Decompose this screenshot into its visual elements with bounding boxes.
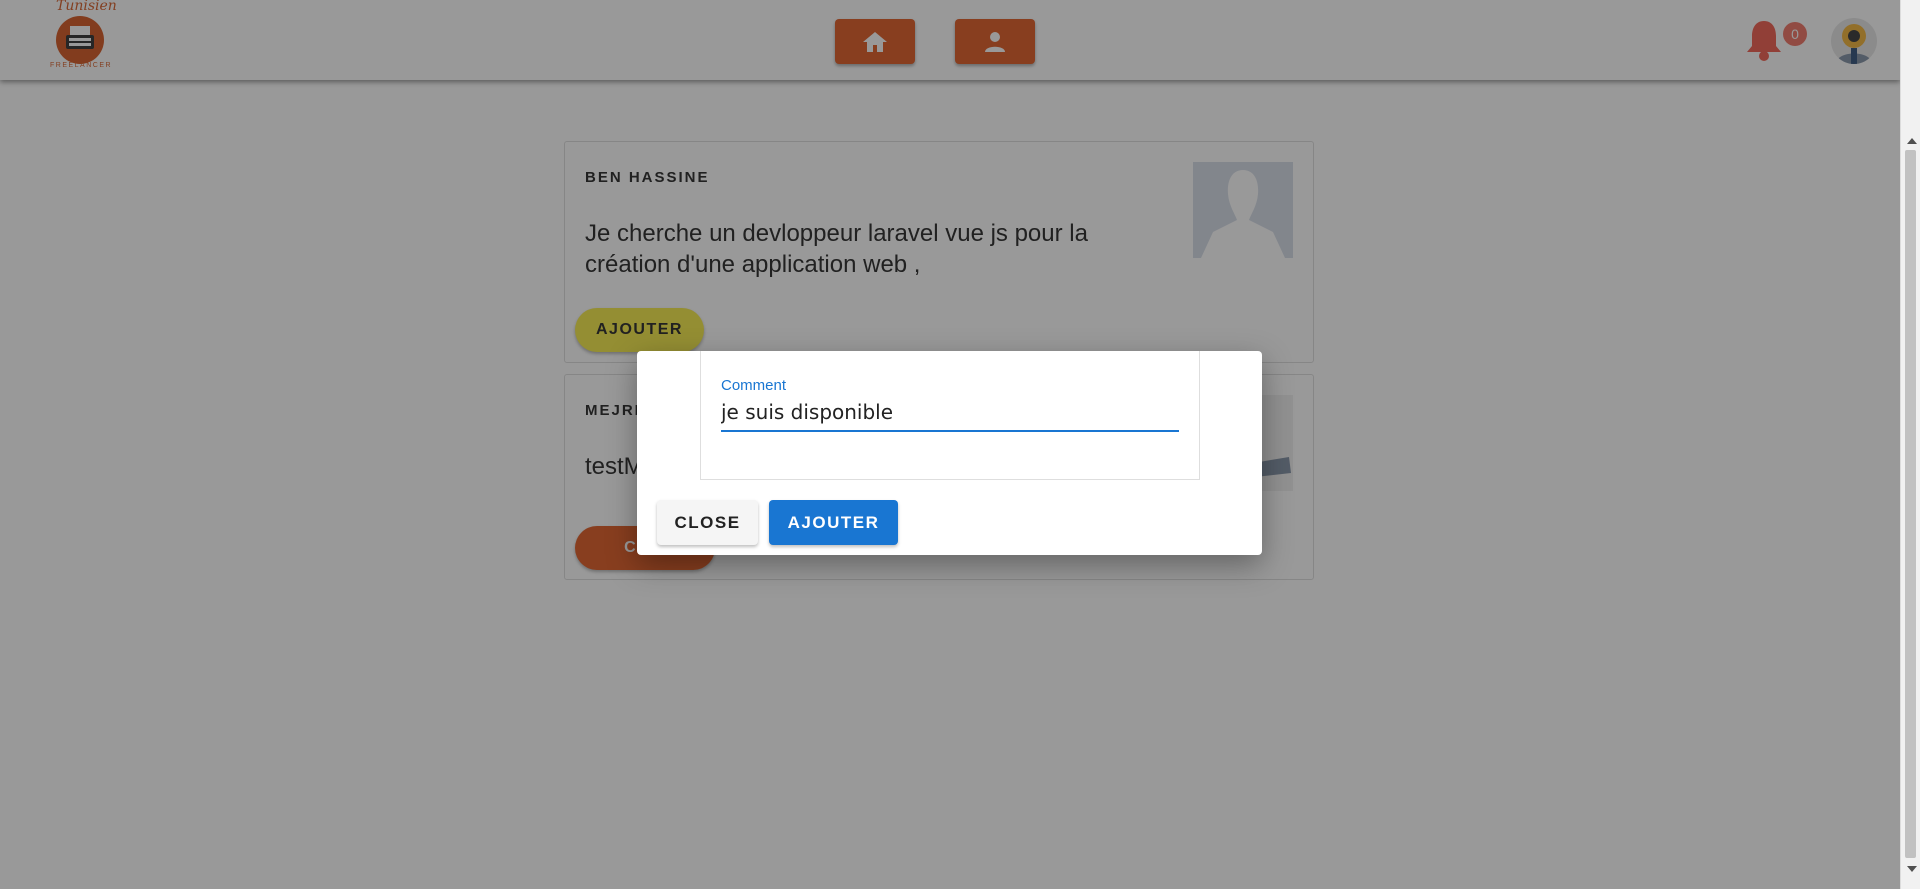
submit-comment-button[interactable]: AJOUTER <box>769 500 898 545</box>
comment-field-label: Comment <box>721 377 787 394</box>
page-scrollbar[interactable] <box>1900 0 1920 889</box>
scroll-down-arrow-icon[interactable] <box>1907 866 1917 872</box>
comment-dialog: Comment CLOSE AJOUTER <box>637 351 1262 555</box>
comment-field-underline <box>721 430 1179 432</box>
comment-input[interactable] <box>721 397 1177 427</box>
scroll-up-arrow-icon[interactable] <box>1907 138 1917 144</box>
comment-field-container: Comment <box>700 351 1200 480</box>
close-button[interactable]: CLOSE <box>657 500 758 545</box>
scrollbar-thumb[interactable] <box>1905 150 1916 858</box>
